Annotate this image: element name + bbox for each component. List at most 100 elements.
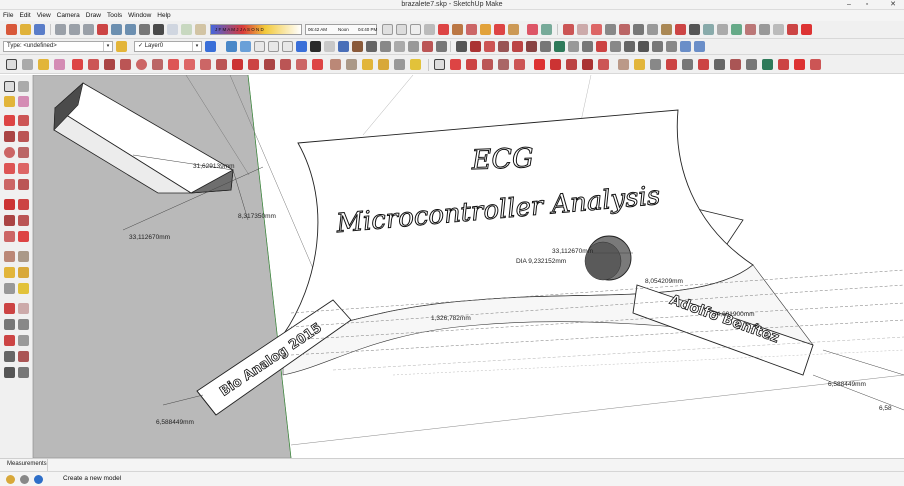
- rotated-rectangle-icon[interactable]: [120, 59, 131, 70]
- circle-tool-icon[interactable]: [4, 147, 15, 158]
- fog-icon[interactable]: [181, 24, 192, 35]
- text-tool-icon[interactable]: [18, 267, 29, 278]
- position-camera-tool-icon[interactable]: [4, 351, 15, 362]
- erase-tool-icon[interactable]: [18, 96, 29, 107]
- type-combo-arrow-icon[interactable]: ▾: [103, 42, 112, 51]
- print-icon[interactable]: [139, 24, 150, 35]
- polygon-tool-icon[interactable]: [18, 147, 29, 158]
- zoom-icon[interactable]: [591, 24, 602, 35]
- push-pull-tool-icon[interactable]: [248, 59, 259, 70]
- tape-measure-icon[interactable]: [330, 59, 341, 70]
- wireframe-icon[interactable]: [410, 24, 421, 35]
- dimension-tool-icon[interactable]: [680, 41, 691, 52]
- previous-view-icon[interactable]: [633, 24, 644, 35]
- layout-icon[interactable]: [810, 59, 821, 70]
- section-tool-2-icon[interactable]: [18, 367, 29, 378]
- dimension-label-4[interactable]: 33,112670mm: [552, 248, 593, 255]
- freehand-icon[interactable]: [88, 59, 99, 70]
- pencil-icon[interactable]: [450, 59, 461, 70]
- rotate-tool-icon[interactable]: [264, 59, 275, 70]
- model-info-icon[interactable]: [153, 24, 164, 35]
- paste-icon[interactable]: [83, 24, 94, 35]
- position-camera-icon[interactable]: [647, 24, 658, 35]
- minimize-button[interactable]: –: [842, 0, 856, 10]
- select-arrow-2-icon[interactable]: [434, 59, 445, 70]
- orbit-tool-2-icon[interactable]: [4, 303, 15, 314]
- menu-file[interactable]: File: [0, 10, 16, 21]
- zoom-extents-icon[interactable]: [619, 24, 630, 35]
- tape-2-icon[interactable]: [618, 59, 629, 70]
- zoom-extents-tool-2-icon[interactable]: [4, 335, 15, 346]
- dimension-label-6[interactable]: 8,054209mm: [645, 278, 683, 285]
- walk-icon[interactable]: [675, 24, 686, 35]
- textured-icon[interactable]: [452, 24, 463, 35]
- copy-icon[interactable]: [69, 24, 80, 35]
- line-icon[interactable]: [72, 59, 83, 70]
- arc-2-icon[interactable]: [482, 59, 493, 70]
- offset-icon[interactable]: [540, 41, 551, 52]
- zoom-2-icon[interactable]: [682, 59, 693, 70]
- sun-icon[interactable]: [195, 24, 206, 35]
- xray-style-icon[interactable]: [310, 41, 321, 52]
- dimension-icon[interactable]: [346, 59, 357, 70]
- erase-icon[interactable]: [97, 24, 108, 35]
- stamp-icon[interactable]: [759, 24, 770, 35]
- drape-icon[interactable]: [773, 24, 784, 35]
- rectangle-tool-icon[interactable]: [4, 131, 15, 142]
- drawing-viewport[interactable]: ECG Microcontroller Analysis Bio Analog …: [33, 75, 904, 458]
- add-location-icon[interactable]: [527, 24, 538, 35]
- paint-bucket-icon[interactable]: [38, 59, 49, 70]
- axes-tool-icon[interactable]: [666, 41, 677, 52]
- menu-window[interactable]: Window: [125, 10, 154, 21]
- scale-icon[interactable]: [512, 41, 523, 52]
- front-view-icon[interactable]: [254, 41, 265, 52]
- toggle-terrain-icon[interactable]: [541, 24, 552, 35]
- follow-me-tool-2-icon[interactable]: [18, 215, 29, 226]
- arc-tool-icon[interactable]: [4, 163, 15, 174]
- iso-view-icon[interactable]: [226, 41, 237, 52]
- sandbox-icon[interactable]: [745, 24, 756, 35]
- layer-manager-icon[interactable]: [205, 41, 216, 52]
- rotate-tool-2-icon[interactable]: [4, 215, 15, 226]
- shaded-style-icon[interactable]: [338, 41, 349, 52]
- outliner-icon[interactable]: [554, 41, 565, 52]
- 3d-text-icon[interactable]: [410, 59, 421, 70]
- walk-tool-2-icon[interactable]: [4, 367, 15, 378]
- rotate-2-icon[interactable]: [550, 59, 561, 70]
- zoom-window-tool-icon[interactable]: [18, 319, 29, 330]
- pan-tool-icon[interactable]: [610, 41, 621, 52]
- arc-icon[interactable]: [168, 59, 179, 70]
- right-view-icon[interactable]: [268, 41, 279, 52]
- look-around-icon[interactable]: [661, 24, 672, 35]
- maximize-button[interactable]: ▫: [860, 0, 874, 10]
- text-icon[interactable]: [378, 59, 389, 70]
- ruby-console-icon[interactable]: [794, 59, 805, 70]
- add-detail-icon[interactable]: [787, 24, 798, 35]
- menu-camera[interactable]: Camera: [54, 10, 83, 21]
- back-edges-icon[interactable]: [396, 24, 407, 35]
- scale-2-icon[interactable]: [566, 59, 577, 70]
- follow-me-2-icon[interactable]: [598, 59, 609, 70]
- location-icon[interactable]: [422, 41, 433, 52]
- move-tool-icon[interactable]: [232, 59, 243, 70]
- layer-combo-arrow-icon[interactable]: ▾: [192, 42, 201, 51]
- rectangle-icon[interactable]: [104, 59, 115, 70]
- freehand-2-icon[interactable]: [466, 59, 477, 70]
- open-icon[interactable]: [20, 24, 31, 35]
- shadows-toggle-icon[interactable]: [167, 24, 178, 35]
- menu-draw[interactable]: Draw: [83, 10, 104, 21]
- redo-icon[interactable]: [125, 24, 136, 35]
- three-point-arc-icon[interactable]: [200, 59, 211, 70]
- look-around-2-icon[interactable]: [730, 59, 741, 70]
- display-section-icon[interactable]: [494, 24, 505, 35]
- new-model-icon[interactable]: [6, 24, 17, 35]
- pie-icon[interactable]: [216, 59, 227, 70]
- type-combo[interactable]: Type: <undefined> ▾: [3, 41, 113, 52]
- select-tool-icon[interactable]: [4, 81, 15, 92]
- dimension-label-9[interactable]: 6,588449mm: [156, 419, 194, 426]
- extension-2-icon[interactable]: [778, 59, 789, 70]
- building-icon[interactable]: [394, 41, 405, 52]
- eraser-icon[interactable]: [54, 59, 65, 70]
- 3d-warehouse-icon[interactable]: [703, 24, 714, 35]
- dimension-label-10[interactable]: 6,588449mm: [828, 381, 866, 388]
